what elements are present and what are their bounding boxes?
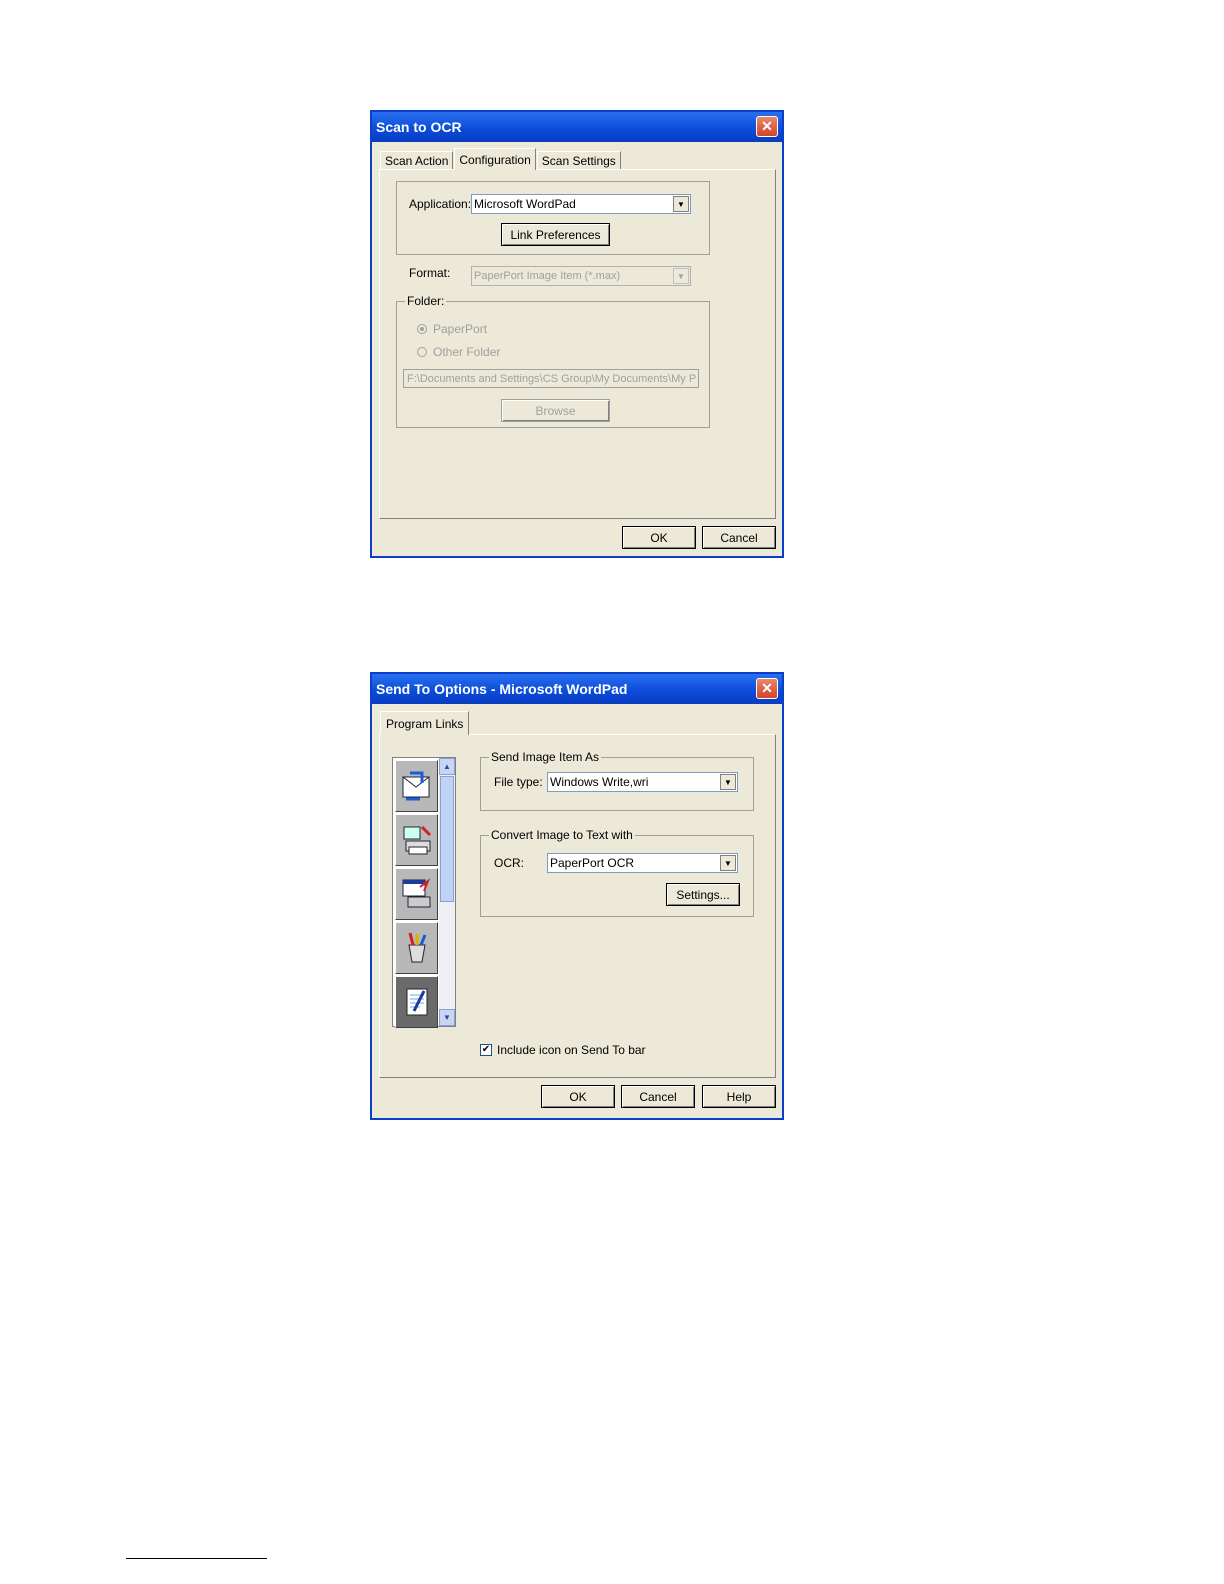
file-type-label: File type:	[494, 775, 543, 789]
checkbox-label: Include icon on Send To bar	[497, 1043, 646, 1057]
dialog-title: Send To Options - Microsoft WordPad	[376, 681, 628, 697]
email-link-icon[interactable]	[395, 760, 438, 812]
ok-button[interactable]: OK	[541, 1085, 615, 1108]
dialog-titlebar[interactable]: Scan to OCR ✕	[372, 112, 782, 142]
footnote-divider	[126, 1558, 267, 1559]
tab-configuration[interactable]: Configuration	[454, 148, 536, 170]
chevron-down-icon[interactable]: ▼	[673, 268, 689, 284]
folder-path-field[interactable]: F:\Documents and Settings\CS Group\My Do…	[403, 369, 699, 388]
radio-empty-icon	[417, 347, 427, 357]
program-icon-list[interactable]: ▲ ▼	[392, 757, 456, 1028]
application-select[interactable]: Microsoft WordPad ▼	[471, 194, 691, 214]
convert-image-label: Convert Image to Text with	[489, 828, 635, 842]
send-image-group: Send Image Item As File type: Windows Wr…	[480, 750, 754, 811]
tab-strip: Scan Action Configuration Scan Settings	[380, 148, 622, 170]
ocr-value: PaperPort OCR	[550, 856, 635, 870]
format-label: Format:	[409, 266, 451, 280]
folder-group: Folder: PaperPort Other Folder F:\Docume…	[396, 294, 710, 428]
printer-fax-link-icon[interactable]	[395, 814, 438, 866]
link-preferences-button[interactable]: Link Preferences	[501, 223, 610, 246]
cancel-button[interactable]: Cancel	[621, 1085, 695, 1108]
wordpad-link-icon[interactable]	[395, 976, 438, 1028]
cancel-button[interactable]: Cancel	[702, 526, 776, 549]
format-value: PaperPort Image Item (*.max)	[474, 270, 621, 282]
tab-label: Program Links	[386, 716, 464, 731]
tab-program-links[interactable]: Program Links	[380, 711, 470, 735]
tab-scan-settings[interactable]: Scan Settings	[536, 151, 621, 170]
close-icon[interactable]: ✕	[756, 116, 778, 137]
icon-list-scrollbar[interactable]: ▲ ▼	[439, 758, 455, 1026]
scan-to-ocr-dialog: Scan to OCR ✕ Scan Action Configuration …	[370, 110, 784, 558]
application-label: Application:	[409, 197, 472, 211]
dialog-title: Scan to OCR	[376, 119, 462, 135]
radio-label: Other Folder	[433, 345, 501, 359]
program-links-panel: ▲ ▼ Send Image Item As File type: Window…	[379, 734, 776, 1078]
close-icon[interactable]: ✕	[756, 678, 778, 699]
other-folder-radio[interactable]: Other Folder	[417, 345, 500, 359]
file-type-value: Windows Write,wri	[550, 775, 649, 789]
application-group: Application: Microsoft WordPad ▼ Link Pr…	[396, 181, 710, 255]
settings-button[interactable]: Settings...	[666, 883, 740, 906]
file-type-select[interactable]: Windows Write,wri ▼	[547, 772, 738, 792]
format-select[interactable]: PaperPort Image Item (*.max) ▼	[471, 266, 691, 286]
paperport-radio[interactable]: PaperPort	[417, 322, 487, 336]
tab-label: Configuration	[459, 152, 531, 167]
help-button[interactable]: Help	[702, 1085, 776, 1108]
tab-label: Scan Action	[385, 154, 449, 168]
chevron-down-icon[interactable]: ▼	[673, 196, 689, 212]
send-to-options-dialog: Send To Options - Microsoft WordPad ✕ Pr…	[370, 672, 784, 1120]
application-value: Microsoft WordPad	[474, 197, 576, 211]
chevron-down-icon[interactable]: ▼	[439, 1009, 455, 1026]
paint-link-icon[interactable]	[395, 922, 438, 974]
chevron-up-icon[interactable]: ▲	[439, 758, 455, 775]
ocr-label: OCR:	[494, 856, 524, 870]
browse-button[interactable]: Browse	[501, 399, 610, 422]
include-icon-checkbox[interactable]: ✔ Include icon on Send To bar	[480, 1043, 646, 1057]
checkmark-icon[interactable]: ✔	[480, 1044, 492, 1056]
convert-image-group: Convert Image to Text with OCR: PaperPor…	[480, 828, 754, 917]
chevron-down-icon[interactable]: ▼	[720, 774, 736, 790]
folder-label: Folder:	[405, 294, 447, 308]
ocr-select[interactable]: PaperPort OCR ▼	[547, 853, 738, 873]
radio-label: PaperPort	[433, 322, 488, 336]
configuration-panel: Application: Microsoft WordPad ▼ Link Pr…	[379, 169, 776, 519]
ok-button[interactable]: OK	[622, 526, 696, 549]
scrollbar-thumb[interactable]	[440, 776, 454, 902]
tab-strip: Program Links	[380, 711, 470, 735]
send-image-label: Send Image Item As	[489, 750, 602, 764]
tab-label: Scan Settings	[541, 154, 616, 168]
tab-scan-action[interactable]: Scan Action	[380, 151, 454, 170]
dialog-titlebar[interactable]: Send To Options - Microsoft WordPad ✕	[372, 674, 782, 704]
chevron-down-icon[interactable]: ▼	[720, 855, 736, 871]
radio-selected-icon	[417, 324, 427, 334]
scan-link-icon[interactable]	[395, 868, 438, 920]
